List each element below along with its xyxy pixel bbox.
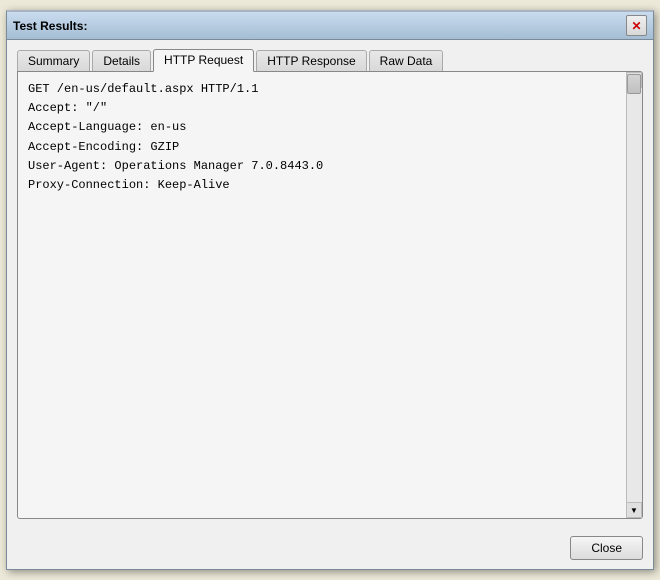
footer: Close [7, 527, 653, 569]
scrollbar-thumb[interactable] [627, 74, 641, 94]
tab-summary[interactable]: Summary [17, 50, 90, 72]
dialog-title: Test Results: [13, 19, 87, 33]
content-inner: GET /en-us/default.aspx HTTP/1.1 Accept:… [18, 72, 642, 518]
tab-raw-data[interactable]: Raw Data [369, 50, 444, 72]
scrollbar-arrow-down[interactable]: ▼ [626, 502, 642, 518]
http-request-content: GET /en-us/default.aspx HTTP/1.1 Accept:… [28, 80, 632, 195]
tab-bar: Summary Details HTTP Request HTTP Respon… [17, 48, 643, 71]
test-results-dialog: Test Results: ✕ Summary Details HTTP Req… [6, 10, 654, 570]
dialog-body: Summary Details HTTP Request HTTP Respon… [7, 40, 653, 527]
scrollbar-track: ▲ ▼ [626, 72, 642, 518]
tab-http-request[interactable]: HTTP Request [153, 49, 254, 72]
content-area: GET /en-us/default.aspx HTTP/1.1 Accept:… [17, 71, 643, 519]
tab-details[interactable]: Details [92, 50, 151, 72]
titlebar-close-button[interactable]: ✕ [626, 15, 647, 36]
title-bar: Test Results: ✕ [7, 12, 653, 40]
tab-http-response[interactable]: HTTP Response [256, 50, 366, 72]
close-button[interactable]: Close [570, 536, 643, 560]
